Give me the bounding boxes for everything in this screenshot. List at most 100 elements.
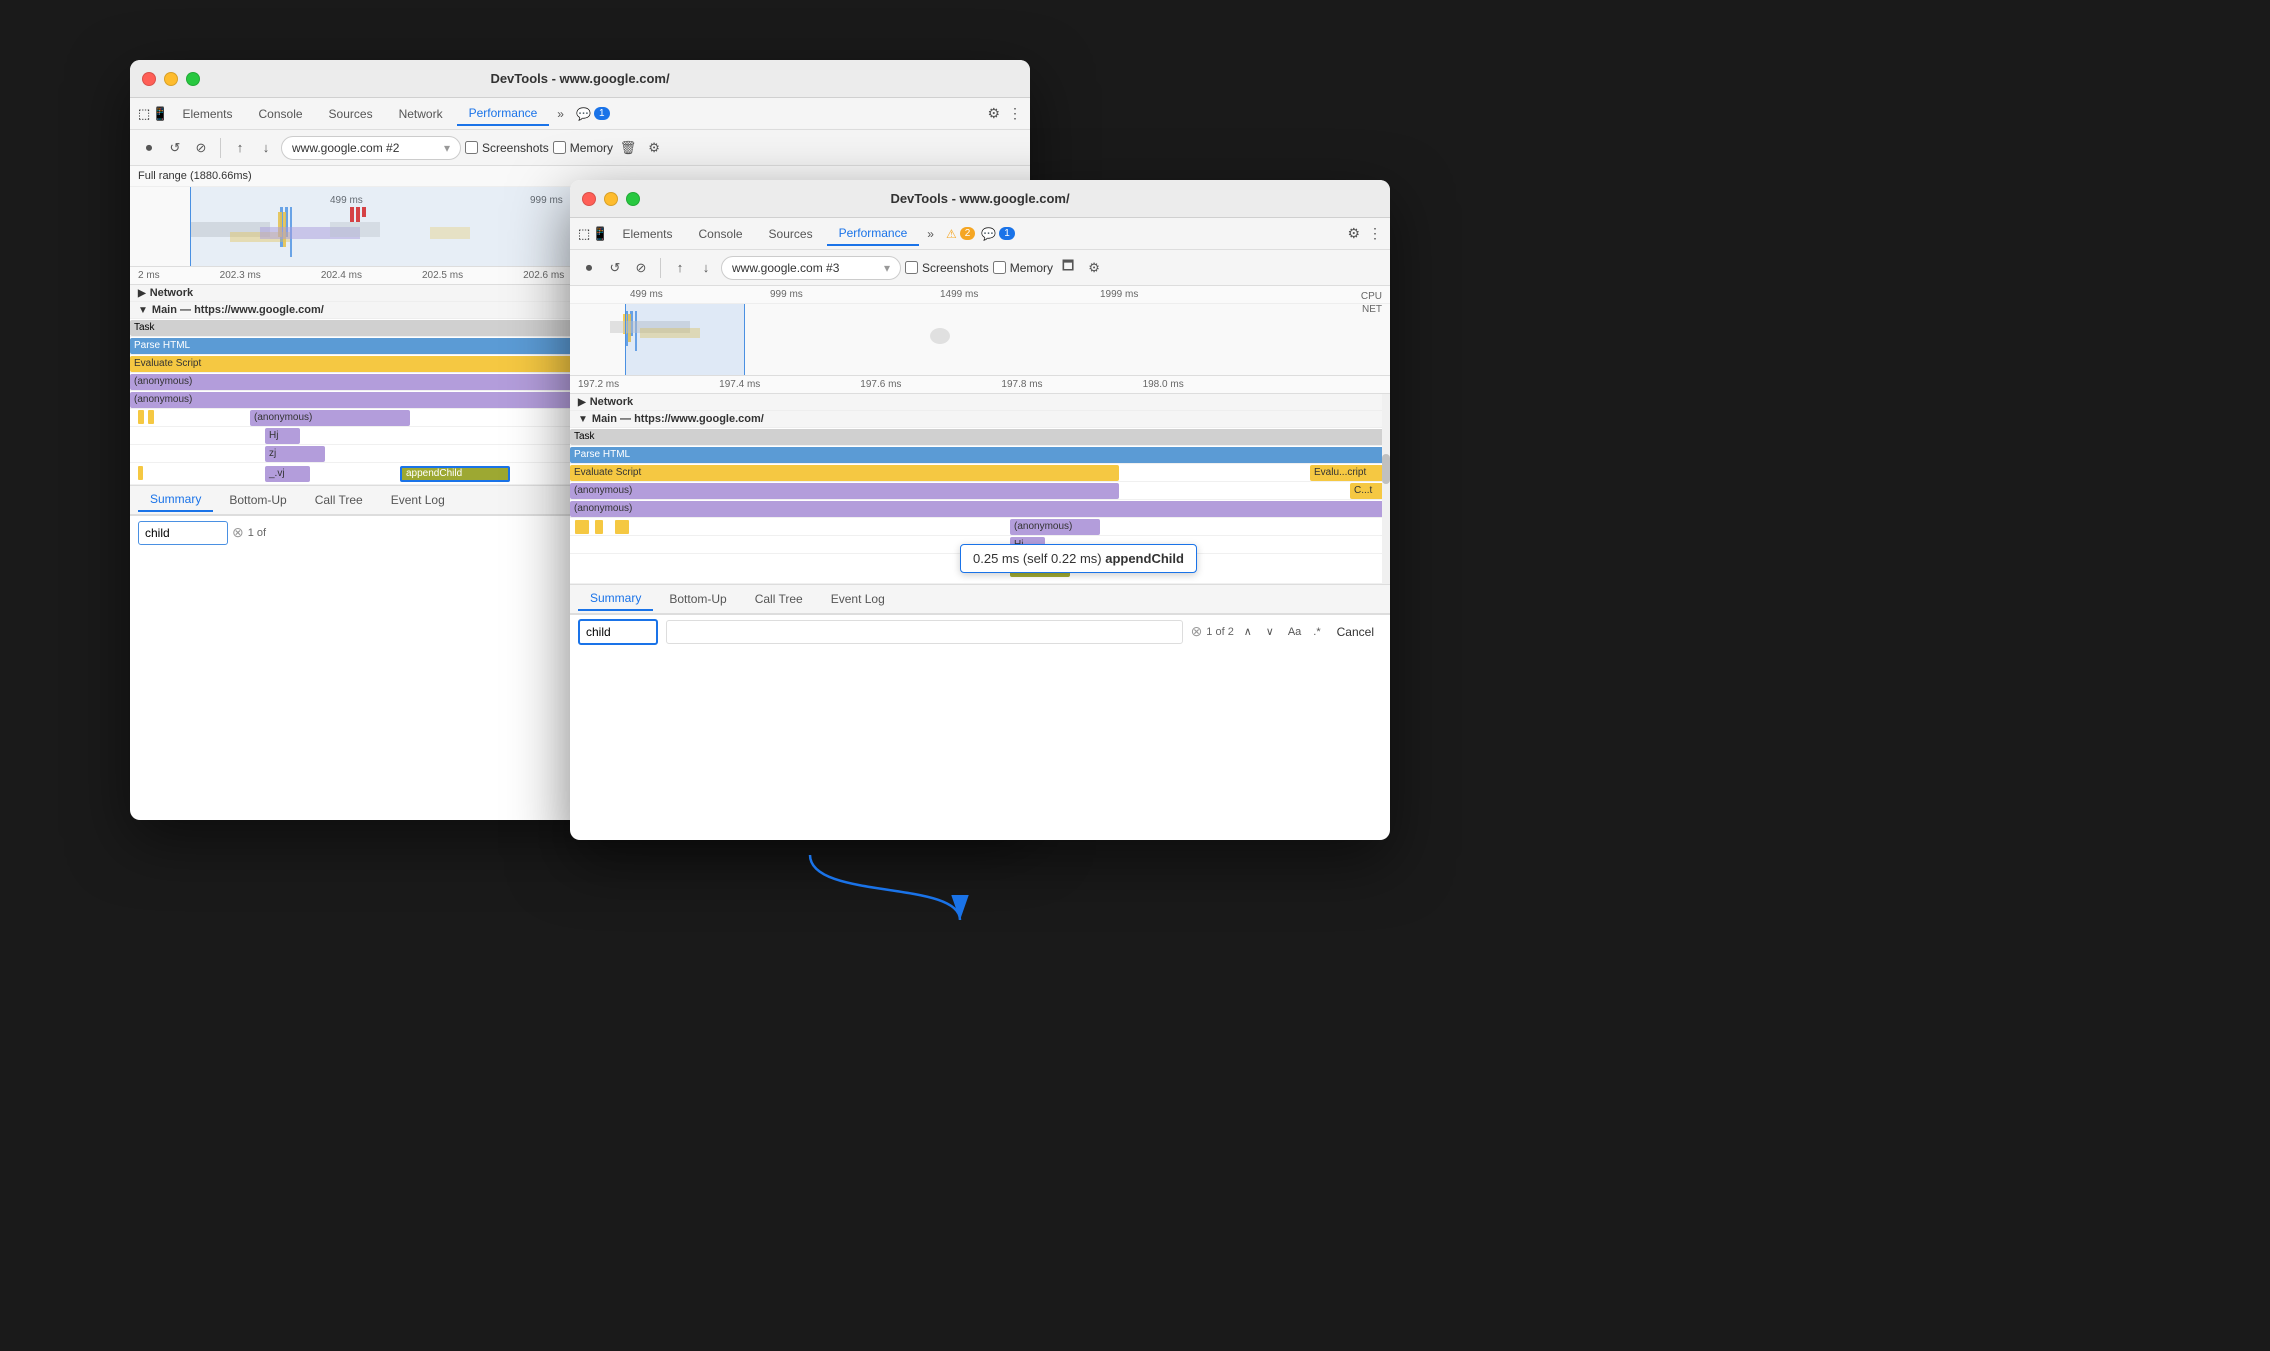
main-section-front[interactable]: ▼ Main — https://www.google.com/ [570,411,1390,428]
screenshots-label-back: Screenshots [482,141,549,155]
zj-bar-back[interactable]: zj [265,446,325,462]
search-input-front[interactable] [578,619,658,645]
ruler-f-197-8: 197.8 ms [1001,379,1042,390]
url-bar-back[interactable]: www.google.com #2 ▾ [281,136,461,160]
network-section-front[interactable]: ▶ Network [570,394,1390,411]
traffic-lights-front [582,192,640,206]
tab-elements-back[interactable]: Elements [170,103,244,125]
ruler-f-197-2: 197.2 ms [578,379,619,390]
upload-button-front[interactable]: ↑ [669,257,691,279]
tab-calltree-back[interactable]: Call Tree [303,489,375,511]
record-button-back[interactable]: ⏺ [138,137,160,159]
screenshot-btn-front[interactable]: 🗖 [1057,257,1079,279]
task-row-front: Task [570,428,1390,446]
tab-bottomup-front[interactable]: Bottom-Up [657,588,738,610]
mini-yellow-1 [575,520,589,534]
download-button-back[interactable]: ↓ [255,137,277,159]
more-menu-icon-front[interactable]: ⋮ [1368,225,1382,242]
hj-bar-back[interactable]: Hj [265,428,300,444]
search-clear-back[interactable]: ⊗ [232,524,244,541]
network-arrow: ▶ [138,288,146,299]
tab-bar-front: ⬚ 📱 Elements Console Sources Performance… [570,218,1390,250]
devtools-mobile-icon: 📱 [152,106,168,122]
maximize-button-front[interactable] [626,192,640,206]
selection-region-front[interactable] [625,304,745,376]
close-button-front[interactable] [582,192,596,206]
clear-button-back[interactable]: ⊘ [190,137,212,159]
search-clear-front[interactable]: ⊗ [1191,623,1203,640]
url-dropdown-back[interactable]: ▾ [444,141,450,155]
devtools-cursor-icon-front: ⬚ [578,226,590,242]
regex-button-front[interactable]: .* [1309,624,1324,640]
screenshots-label-front: Screenshots [922,261,989,275]
anon2-bar-front[interactable]: (anonymous) [570,501,1390,517]
trash-button-back[interactable]: 🗑 [617,137,639,159]
more-tabs-front[interactable]: » [921,223,940,245]
tab-eventlog-front[interactable]: Event Log [819,588,897,610]
settings-icon-back[interactable]: ⚙ [987,105,1000,122]
tab-sources-back[interactable]: Sources [317,103,385,125]
tab-summary-front[interactable]: Summary [578,587,653,611]
eval-script-bar-front[interactable]: Evaluate Script [570,465,1119,481]
screenshots-input-front[interactable] [905,261,918,274]
more-tabs-back[interactable]: » [551,103,570,125]
refresh-button-back[interactable]: ↺ [164,137,186,159]
capture-settings-front[interactable]: ⚙ [1083,257,1105,279]
toolbar-front: ⏺ ↺ ⊘ ↑ ↓ www.google.com #3 ▾ Screenshot… [570,250,1390,286]
anon3-front[interactable]: (anonymous) [1010,519,1100,535]
search-input-back[interactable] [138,521,228,545]
tab-bottomup-back[interactable]: Bottom-Up [217,489,298,511]
upload-button-back[interactable]: ↑ [229,137,251,159]
tab-sources-front[interactable]: Sources [757,223,825,245]
minimize-button-front[interactable] [604,192,618,206]
separator1-back [220,138,221,158]
clear-button-front[interactable]: ⊘ [630,257,652,279]
tab-console-back[interactable]: Console [247,103,315,125]
memory-input-front[interactable] [993,261,1006,274]
parse-html-bar-front[interactable]: Parse HTML [570,447,1390,463]
parse-html-row-front: Parse HTML [570,446,1390,464]
tab-eventlog-back[interactable]: Event Log [379,489,457,511]
search-next-front[interactable]: ∨ [1260,622,1280,642]
tab-console-front[interactable]: Console [687,223,755,245]
more-menu-icon-back[interactable]: ⋮ [1008,105,1022,122]
tab-calltree-front[interactable]: Call Tree [743,588,815,610]
minimize-button[interactable] [164,72,178,86]
screenshots-checkbox-back: Screenshots [465,141,549,155]
url-dropdown-front[interactable]: ▾ [884,261,890,275]
aa-button-front[interactable]: Aa [1284,624,1305,640]
refresh-button-front[interactable]: ↺ [604,257,626,279]
ruler-202-6: 202.6 ms [523,270,564,281]
appendchild-bar-back[interactable]: appendChild [400,466,510,482]
tab-performance-front[interactable]: Performance [827,222,920,246]
tab-performance-back[interactable]: Performance [457,102,550,126]
search-prev-front[interactable]: ∧ [1238,622,1258,642]
mini-bar-1 [138,410,144,424]
tab-network-back[interactable]: Network [387,103,455,125]
vj-bar-back[interactable]: _.vj [265,466,310,482]
ruler-197-8: 1999 ms [1100,289,1138,300]
close-button[interactable] [142,72,156,86]
scrollbar-front[interactable] [1382,394,1390,584]
tab-elements-front[interactable]: Elements [610,223,684,245]
tab-bar-back: ⬚ 📱 Elements Console Sources Network Per… [130,98,1030,130]
mini-timeline-front[interactable]: CPU NET 499 ms 999 ms 1499 ms 1999 ms [570,286,1390,376]
scrollbar-thumb[interactable] [1382,454,1390,484]
tab-summary-back[interactable]: Summary [138,488,213,512]
screenshots-input-back[interactable] [465,141,478,154]
cancel-button-front[interactable]: Cancel [1329,623,1382,641]
appendchild-label: appendChild [406,468,462,479]
anon1-bar-front[interactable]: (anonymous) [570,483,1119,499]
settings-icon-front[interactable]: ⚙ [1347,225,1360,242]
anon3-bar-back[interactable]: (anonymous) [250,410,410,426]
capture-settings-back[interactable]: ⚙ [643,137,665,159]
eval-script-bar-front2[interactable]: Evalu...cript [1310,465,1390,481]
memory-input-back[interactable] [553,141,566,154]
download-button-front[interactable]: ↓ [695,257,717,279]
maximize-button[interactable] [186,72,200,86]
record-button-front[interactable]: ⏺ [578,257,600,279]
screenshots-checkbox-front: Screenshots [905,261,989,275]
eval-script-label-front: Evaluate Script [574,467,641,478]
url-bar-front[interactable]: www.google.com #3 ▾ [721,256,901,280]
badge-info-front: 1 [999,227,1015,240]
